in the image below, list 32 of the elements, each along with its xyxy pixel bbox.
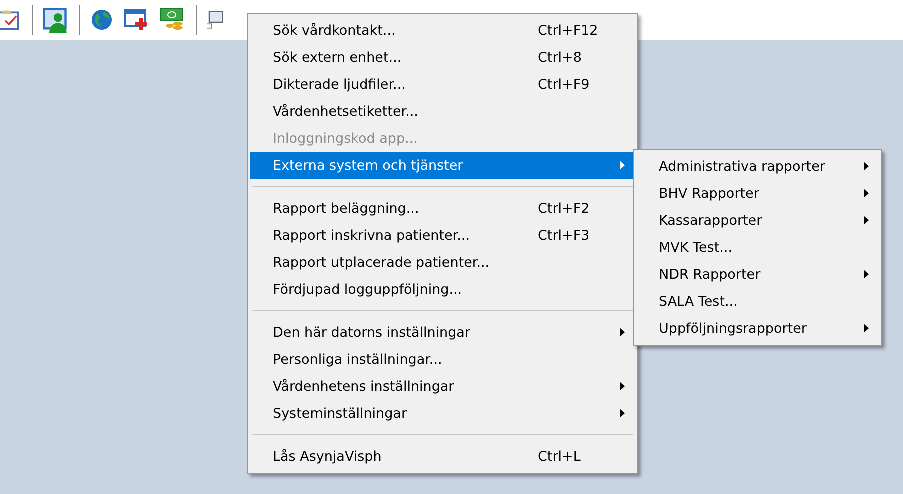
menu-item[interactable]: Personliga inställningar... [250,346,635,373]
user-window-icon[interactable] [43,7,69,33]
menu-item[interactable]: Rapport utplacerade patienter... [250,249,635,276]
menu-item[interactable]: Administrativa rapporter [636,153,879,180]
menu-item[interactable]: Rapport inskrivna patienter... Ctrl+F3 [250,222,635,249]
menu-item[interactable]: Externa system och tjänster [250,152,635,179]
menu-item[interactable]: Vårdenhetens inställningar [250,373,635,400]
menu-item[interactable]: Lås AsynjaVisph Ctrl+L [250,443,635,470]
menu-item[interactable]: Rapport beläggning... Ctrl+F2 [250,195,635,222]
menu-item[interactable]: Den här datorns inställningar [250,319,635,346]
shortcut-text: Ctrl+8 [538,50,582,66]
menu-item[interactable]: Uppföljningsrapporter [636,315,879,342]
add-window-icon[interactable] [124,8,150,32]
menu-item[interactable]: BHV Rapporter [636,180,879,207]
menu-item[interactable]: Sök extern enhet... Ctrl+8 [250,44,635,71]
menu-item[interactable]: Dikterade ljudfiler... Ctrl+F9 [250,71,635,98]
shortcut-text: Ctrl+F9 [538,76,590,92]
menu-item[interactable]: MVK Test... [636,234,879,261]
shortcut-text: Ctrl+L [538,448,581,464]
menu-item[interactable]: Vårdenhetsetiketter... [250,98,635,125]
shortcut-text: Ctrl+F2 [538,200,590,216]
menu-item[interactable]: Sök vårdkontakt... Ctrl+F12 [250,17,635,44]
menu-item[interactable]: Fördjupad logguppföljning... [250,276,635,303]
shortcut-text: Ctrl+F12 [538,22,598,38]
menu-item[interactable]: SALA Test... [636,288,879,315]
checklist-icon[interactable] [0,8,22,32]
menu-item[interactable]: NDR Rapporter [636,261,879,288]
shortcut-text: Ctrl+F3 [538,228,590,244]
menu-item[interactable]: Systeminställningar [250,400,635,427]
money-icon[interactable] [160,7,186,33]
globe-icon[interactable] [90,8,114,32]
menu-item[interactable]: Kassarapporter [636,207,879,234]
